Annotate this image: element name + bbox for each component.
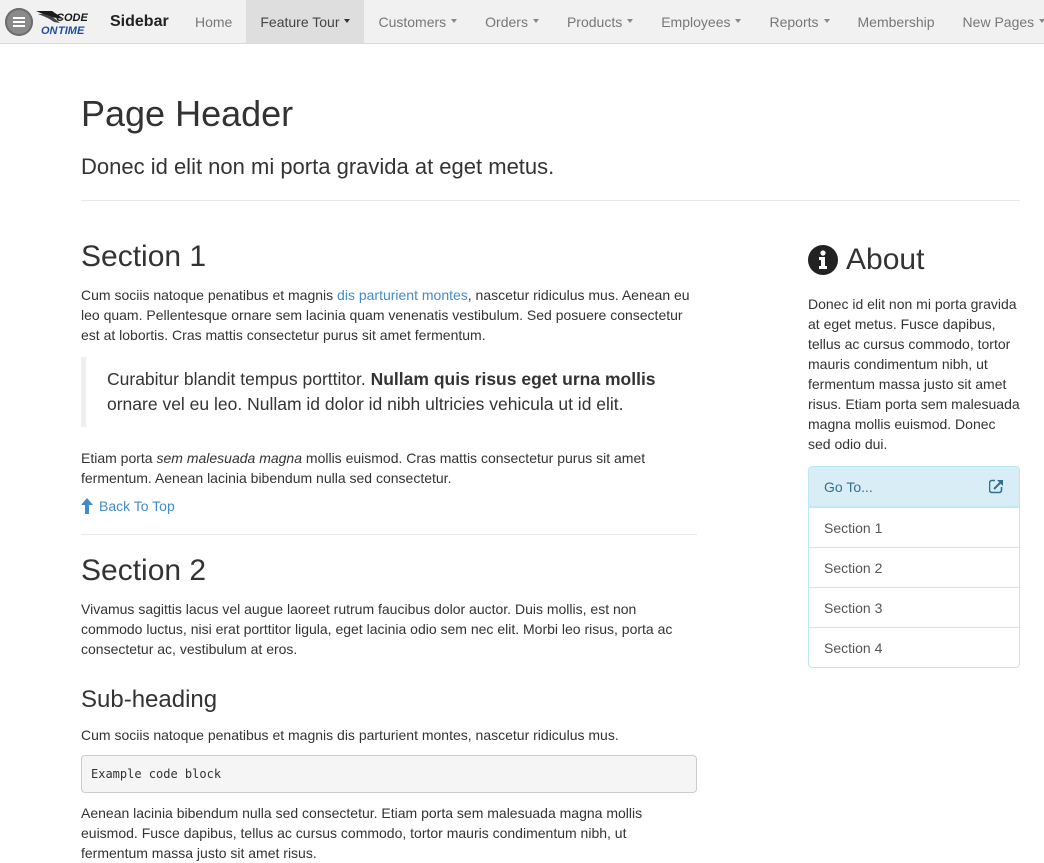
about-title: About xyxy=(846,243,925,276)
main-nav: Home Feature Tour Customers Orders Produ… xyxy=(181,0,1044,43)
nav-new-pages[interactable]: New Pages xyxy=(949,0,1044,43)
nav-label: Customers xyxy=(378,14,447,30)
section-1-title: Section 1 xyxy=(81,240,207,273)
goto-label: Go To... xyxy=(824,478,873,495)
nav-label: Reports xyxy=(769,14,819,30)
nav-label: Membership xyxy=(857,14,935,30)
nav-label: Products xyxy=(566,14,623,30)
caret-down-icon xyxy=(627,19,634,23)
quote-text: Curabitur blandit tempus porttitor. xyxy=(107,369,371,389)
nav-feature-tour[interactable]: Feature Tour xyxy=(246,0,365,43)
back-to-top-label: Back To Top xyxy=(99,498,175,514)
nav-membership[interactable]: Membership xyxy=(844,0,949,43)
caret-down-icon xyxy=(735,19,742,23)
parturient-link[interactable]: dis parturient montes xyxy=(337,287,468,303)
sub-heading: Sub-heading xyxy=(81,686,218,713)
section-2-paragraph-3: Aenean lacinia bibendum nulla sed consec… xyxy=(81,805,643,861)
italic-text: sem malesuada magna xyxy=(156,450,303,466)
section-divider xyxy=(81,534,697,535)
caret-down-icon xyxy=(532,19,539,23)
caret-down-icon xyxy=(823,19,830,23)
nav-label: Feature Tour xyxy=(260,14,340,30)
about-heading: About xyxy=(808,240,1020,280)
blockquote: Curabitur blandit tempus porttitor. Null… xyxy=(81,357,697,427)
section-2-paragraph-2: Cum sociis natoque penatibus et magnis d… xyxy=(81,727,619,743)
svg-text:ON: ON xyxy=(41,25,59,37)
nav-products[interactable]: Products xyxy=(553,0,647,43)
nav-reports[interactable]: Reports xyxy=(755,0,843,43)
text-run: Etiam porta xyxy=(81,450,157,466)
nav-home[interactable]: Home xyxy=(181,0,246,43)
page-subtitle: Donec id elit non mi porta gravida at eg… xyxy=(81,154,555,179)
goto-panel-heading[interactable]: Go To... xyxy=(809,467,1019,507)
nav-orders[interactable]: Orders xyxy=(471,0,553,43)
caret-down-icon xyxy=(344,19,351,23)
header-divider xyxy=(81,200,1020,201)
svg-text:TIME: TIME xyxy=(58,25,85,37)
arrow-up-icon xyxy=(81,498,93,514)
quote-bold-text: Nullam quis risus eget urna mollis xyxy=(370,369,656,389)
nav-customers[interactable]: Customers xyxy=(364,0,471,43)
text-run: Cum sociis natoque penatibus et magnis xyxy=(81,287,338,303)
top-navbar: CODE ON TIME Sidebar Home Feature Tour C… xyxy=(0,0,1044,44)
about-text: Donec id elit non mi porta gravida at eg… xyxy=(808,296,1020,452)
external-link-icon xyxy=(989,479,1004,494)
goto-item-section-2[interactable]: Section 2 xyxy=(809,547,1019,587)
code-block: Example code block xyxy=(81,755,697,793)
quote-text: ornare vel eu leo. Nullam id dolor id ni… xyxy=(107,394,624,414)
goto-panel: Go To... Section 1 Section 2 Section 3 S… xyxy=(808,466,1020,668)
nav-label: Employees xyxy=(661,14,731,30)
section-2-paragraph: Vivamus sagittis lacus vel augue laoreet… xyxy=(81,601,673,657)
nav-label: Orders xyxy=(485,14,528,30)
caret-down-icon xyxy=(451,19,458,23)
nav-employees[interactable]: Employees xyxy=(647,0,755,43)
main-content: Section 1 Cum sociis natoque penatibus e… xyxy=(81,238,697,863)
goto-item-section-1[interactable]: Section 1 xyxy=(809,507,1019,547)
page-title: Page Header xyxy=(81,93,294,134)
goto-item-section-3[interactable]: Section 3 xyxy=(809,587,1019,627)
info-circle-icon xyxy=(808,245,838,275)
nav-label: New Pages xyxy=(962,14,1035,30)
hamburger-menu-icon[interactable] xyxy=(5,8,33,36)
section-1-paragraph-2: Etiam porta sem malesuada magna mollis e… xyxy=(81,448,697,488)
right-sidebar: About Donec id elit non mi porta gravida… xyxy=(808,240,1020,668)
goto-item-section-4[interactable]: Section 4 xyxy=(809,627,1019,667)
caret-down-icon xyxy=(1039,19,1044,23)
back-to-top-link[interactable]: Back To Top xyxy=(81,498,697,514)
app-brand[interactable]: Sidebar xyxy=(110,13,169,31)
section-2-title: Section 2 xyxy=(81,554,207,587)
code-on-time-logo[interactable]: CODE ON TIME xyxy=(34,7,100,37)
nav-label: Home xyxy=(195,14,233,30)
section-1-paragraph: Cum sociis natoque penatibus et magnis d… xyxy=(81,285,697,345)
svg-text:CODE: CODE xyxy=(56,12,88,24)
